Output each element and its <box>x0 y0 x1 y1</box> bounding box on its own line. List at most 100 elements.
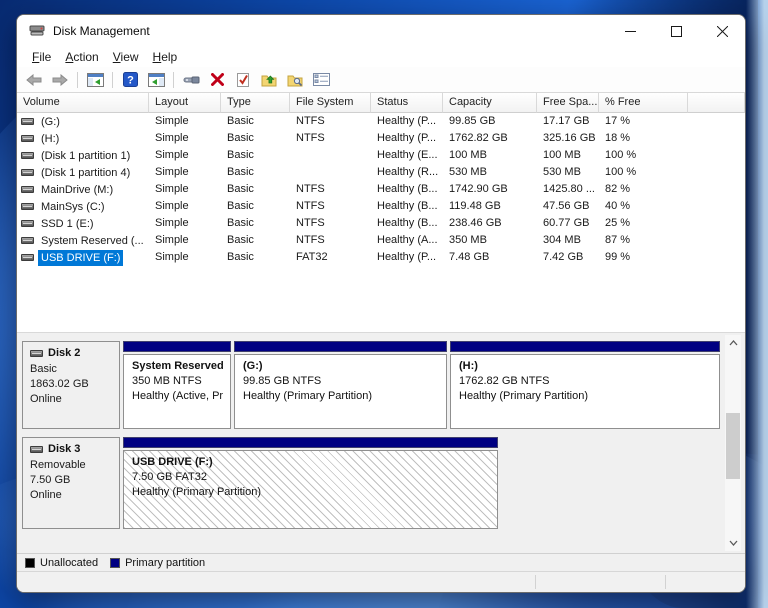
volume-cell: MainDrive (M:) <box>17 181 149 198</box>
disk-2-kind: Basic <box>30 363 57 375</box>
disk-graphical-view: Disk 2 Basic 1863.02 GB Online System Re… <box>17 333 745 553</box>
disk-icon <box>30 349 43 357</box>
volume-cell: MainSys (C:) <box>17 198 149 215</box>
disk-2-state: Online <box>30 393 62 405</box>
desktop: { "window": { "title": "Disk Management"… <box>0 0 768 608</box>
scrollbar-thumb[interactable] <box>726 413 740 479</box>
drive-icon <box>21 186 34 193</box>
table-row[interactable]: MainSys (C:) Simple Basic NTFS Healthy (… <box>17 198 745 215</box>
drive-icon <box>21 220 34 227</box>
table-row[interactable]: SSD 1 (E:) Simple Basic NTFS Healthy (B.… <box>17 215 745 232</box>
delete-volume-icon[interactable] <box>206 70 228 90</box>
vertical-scrollbar[interactable] <box>725 335 741 551</box>
toolbar-separator <box>173 71 174 88</box>
partition-usb-drive-selected[interactable]: USB DRIVE (F:) 7.50 GB FAT32 Healthy (Pr… <box>123 437 498 529</box>
selected-volume-label: USB DRIVE (F:) <box>38 249 124 266</box>
column-header-capacity[interactable]: Capacity <box>443 93 537 113</box>
table-row[interactable]: System Reserved (... Simple Basic NTFS H… <box>17 232 745 249</box>
disk-2-name: Disk 2 <box>30 347 113 359</box>
selected-partition-body: USB DRIVE (F:) 7.50 GB FAT32 Healthy (Pr… <box>123 450 498 529</box>
column-header-volume[interactable]: Volume <box>17 93 149 113</box>
action-pane-icon[interactable] <box>145 70 167 90</box>
back-icon[interactable] <box>23 70 45 90</box>
table-row[interactable]: (H:) Simple Basic NTFS Healthy (P... 176… <box>17 130 745 147</box>
primary-partition-swatch <box>110 557 121 568</box>
statusbar-divider <box>535 575 536 589</box>
volume-cell: (G:) <box>17 113 149 130</box>
volume-cell: (H:) <box>17 130 149 147</box>
console-tree-icon[interactable] <box>84 70 106 90</box>
help-icon[interactable]: ? <box>119 70 141 90</box>
primary-partition-bar <box>234 341 447 352</box>
explore-folder-icon[interactable] <box>284 70 306 90</box>
volume-cell: (Disk 1 partition 4) <box>17 164 149 181</box>
volume-cell: (Disk 1 partition 1) <box>17 147 149 164</box>
column-header-free-space[interactable]: Free Spa... <box>537 93 599 113</box>
column-header-type[interactable]: Type <box>221 93 290 113</box>
table-row[interactable]: MainDrive (M:) Simple Basic NTFS Healthy… <box>17 181 745 198</box>
partition-h[interactable]: (H:) 1762.82 GB NTFS Healthy (Primary Pa… <box>450 341 720 429</box>
disk-3-label-panel[interactable]: Disk 3 Removable 7.50 GB Online <box>22 437 120 529</box>
disk-icon <box>30 445 43 453</box>
mark-active-icon[interactable] <box>232 70 254 90</box>
menu-help[interactable]: Help <box>146 48 185 66</box>
status-bar <box>17 571 745 592</box>
window-title: Disk Management <box>53 24 150 38</box>
table-row[interactable]: (Disk 1 partition 1) Simple Basic Health… <box>17 147 745 164</box>
titlebar[interactable]: Disk Management <box>17 15 745 47</box>
close-button[interactable] <box>699 15 745 47</box>
menu-file[interactable]: File <box>25 48 58 66</box>
change-drive-letter-icon[interactable] <box>180 70 202 90</box>
disk-3-partitions: USB DRIVE (F:) 7.50 GB FAT32 Healthy (Pr… <box>123 437 498 529</box>
column-header-file-system[interactable]: File System <box>290 93 371 113</box>
disk-2-label-panel[interactable]: Disk 2 Basic 1863.02 GB Online <box>22 341 120 429</box>
table-row[interactable]: (G:) Simple Basic NTFS Healthy (P... 99.… <box>17 113 745 130</box>
legend-primary-partition: Primary partition <box>110 557 205 569</box>
drive-icon <box>21 237 34 244</box>
open-folder-icon[interactable] <box>258 70 280 90</box>
disk-3-kind: Removable <box>30 459 86 471</box>
column-header-blank <box>688 93 745 113</box>
partition-system-reserved[interactable]: System Reserved 350 MB NTFS Healthy (Act… <box>123 341 231 429</box>
properties-icon[interactable] <box>310 70 332 90</box>
legend-unallocated: Unallocated <box>25 557 98 569</box>
scroll-up-icon[interactable] <box>725 335 741 351</box>
statusbar-divider <box>665 575 666 589</box>
primary-partition-bar <box>123 341 231 352</box>
disk-3-size: 7.50 GB <box>30 474 71 486</box>
partition-g[interactable]: (G:) 99.85 GB NTFS Healthy (Primary Part… <box>234 341 447 429</box>
disk-2-size: 1863.02 GB <box>30 378 89 390</box>
menu-view[interactable]: View <box>106 48 146 66</box>
forward-icon[interactable] <box>49 70 71 90</box>
toolbar: ? <box>17 67 745 93</box>
disk-3-name: Disk 3 <box>30 443 113 455</box>
column-header-layout[interactable]: Layout <box>149 93 221 113</box>
app-icon <box>29 23 45 40</box>
maximize-button[interactable] <box>653 15 699 47</box>
primary-partition-bar <box>450 341 720 352</box>
svg-text:?: ? <box>127 75 134 87</box>
menu-action[interactable]: Action <box>58 48 105 66</box>
disk-2-partitions: System Reserved 350 MB NTFS Healthy (Act… <box>123 341 720 429</box>
disk-3-block: Disk 3 Removable 7.50 GB Online USB DRIV… <box>22 437 721 529</box>
menubar: File Action View Help <box>17 47 745 67</box>
drive-icon <box>21 169 34 176</box>
wallpaper-shape <box>746 0 768 608</box>
drive-icon <box>21 254 34 261</box>
drive-icon <box>21 152 34 159</box>
window-controls <box>607 15 745 47</box>
drive-icon <box>21 203 34 210</box>
column-header-status[interactable]: Status <box>371 93 443 113</box>
disk-2-block: Disk 2 Basic 1863.02 GB Online System Re… <box>22 341 721 429</box>
unallocated-swatch <box>25 557 35 568</box>
minimize-button[interactable] <box>607 15 653 47</box>
scroll-down-icon[interactable] <box>725 535 741 551</box>
legend-bar: Unallocated Primary partition <box>17 553 745 571</box>
volume-cell: USB DRIVE (F:) <box>17 249 149 266</box>
column-header-pct-free[interactable]: % Free <box>599 93 688 113</box>
primary-partition-bar <box>123 437 498 448</box>
volume-list: Volume Layout Type File System Status Ca… <box>17 93 745 333</box>
disk-3-state: Online <box>30 489 62 501</box>
table-row-selected[interactable]: USB DRIVE (F:) Simple Basic FAT32 Health… <box>17 249 745 266</box>
table-row[interactable]: (Disk 1 partition 4) Simple Basic Health… <box>17 164 745 181</box>
